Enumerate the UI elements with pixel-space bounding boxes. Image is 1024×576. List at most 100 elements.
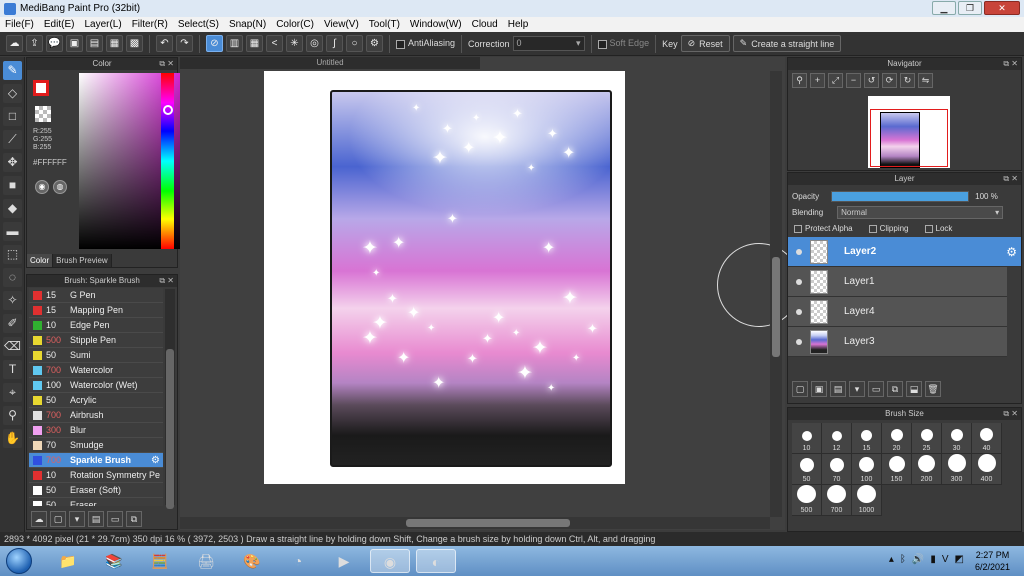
layer-settings-icon[interactable]: ⚙ (1006, 245, 1017, 259)
brush-item[interactable]: 70 Smudge (29, 438, 163, 453)
rotate-left-icon[interactable]: ↺ (864, 73, 879, 88)
brush-folder-icon[interactable]: ▭ (107, 511, 123, 527)
brush-size-option[interactable]: 12 (822, 423, 852, 454)
hue-slider[interactable] (161, 73, 174, 249)
comment-icon[interactable]: 💬 (46, 35, 63, 52)
brush-list-scrollbar[interactable] (165, 289, 175, 509)
scanner-icon[interactable]: 🖨 (186, 549, 226, 573)
restore-button[interactable]: ❐ (958, 1, 982, 15)
brush-item[interactable]: 10 Rotation Symmetry Pe (29, 468, 163, 483)
eraser-tool-icon[interactable]: ◇ (3, 84, 22, 103)
panel-controls-icon[interactable]: ⧉ ✕ (159, 58, 174, 70)
menu-snap[interactable]: Snap(N) (224, 19, 271, 30)
scrollbar-thumb[interactable] (772, 257, 780, 357)
brush-size-option[interactable]: 20 (882, 423, 912, 454)
winrar-icon[interactable]: 📚 (94, 549, 134, 573)
panel-controls-icon[interactable]: ⧉ ✕ (1003, 58, 1018, 70)
media-player-icon[interactable]: ▶ (324, 549, 364, 573)
snap-off-icon[interactable]: ⊘ (206, 35, 223, 52)
tray-arrow-icon[interactable]: ▴ (889, 554, 894, 565)
add-brush-icon[interactable]: ▢ (50, 511, 66, 527)
hue-cursor[interactable] (163, 105, 173, 115)
app-tray-icon[interactable]: ◩ (955, 554, 964, 565)
duplicate-layer-icon[interactable]: ⧉ (887, 381, 903, 397)
visibility-icon[interactable] (796, 248, 802, 255)
antialiasing-checkbox[interactable]: AntiAliasing (396, 38, 455, 49)
chrome-icon[interactable]: ◉ (370, 549, 410, 573)
lock-checkbox[interactable]: Lock (924, 224, 952, 233)
merge-layer-icon[interactable]: ⬓ (906, 381, 922, 397)
brush-item[interactable]: 50 Acrylic (29, 393, 163, 408)
export-icon[interactable]: ▦ (106, 35, 123, 52)
text-tool-icon[interactable]: T (3, 360, 22, 379)
parallel-snap-icon[interactable]: ▥ (226, 35, 243, 52)
panel-controls-icon[interactable]: ⧉ ✕ (1003, 173, 1018, 185)
new-halftone-layer-icon[interactable]: ▣ (811, 381, 827, 397)
volume-icon[interactable]: 🔊 (912, 554, 924, 565)
lasso-tool-icon[interactable]: ◌ (3, 268, 22, 287)
brush-item[interactable]: 15 Mapping Pen (29, 303, 163, 318)
ellipse-snap-icon[interactable]: ○ (346, 35, 363, 52)
menu-cloud[interactable]: Cloud (467, 19, 503, 30)
menu-layer[interactable]: Layer(L) (79, 19, 126, 30)
brush-menu-icon[interactable]: ▾ (69, 511, 85, 527)
lock-check-box[interactable] (924, 224, 933, 233)
app-green-icon[interactable]: ◔ (278, 549, 318, 573)
artwork[interactable]: ✦ ✦ ✦ ✦ ✦ ✦ ✦ ✦ ✦ ✦ ✦ ✦ ✦ ✦ ✦ ✦ ✦ ✦ ✦ ✦ ✦ ✦ ✦ ✦ ✦ ✦ ✦ ✦ ✦ ✦ ✦ ✦ (330, 90, 612, 467)
radial-snap-icon[interactable]: ✳ (286, 35, 303, 52)
brush-properties-icon[interactable]: ▤ (88, 511, 104, 527)
calculator-icon[interactable]: 🧮 (140, 549, 180, 573)
brush-size-option[interactable]: 500 (792, 485, 822, 516)
transparent-color-swatch[interactable] (35, 106, 51, 122)
antivirus-icon[interactable]: V (942, 554, 949, 565)
undo-icon[interactable]: ↶ (156, 35, 173, 52)
new-8bit-layer-icon[interactable]: ▤ (830, 381, 846, 397)
brush-item[interactable]: 700 Watercolor (29, 363, 163, 378)
zoom-icon[interactable]: ⚲ (792, 73, 807, 88)
panel-controls-icon[interactable]: ⧉ ✕ (1003, 408, 1018, 420)
select-pen-tool-icon[interactable]: ✐ (3, 314, 22, 333)
soft-edge-check-box[interactable] (597, 39, 607, 49)
shape-tool-icon[interactable]: □ (3, 107, 22, 126)
protect-alpha-checkbox[interactable]: Protect Alpha (794, 224, 853, 233)
visibility-icon[interactable] (796, 308, 802, 315)
brush-tool-icon[interactable]: ✎ (3, 61, 22, 80)
brush-item[interactable]: 100 Watercolor (Wet) (29, 378, 163, 393)
brush-size-option[interactable]: 100 (852, 454, 882, 485)
network-icon[interactable]: ▮ (930, 554, 936, 565)
canvas-area[interactable]: Untitled ✦ ✦ ✦ ✦ ✦ ✦ ✦ ✦ ✦ ✦ ✦ ✦ ✦ ✦ ✦ ✦ ✦ ✦ ✦ ✦ ✦ ✦ ✦ ✦ ✦ ✦ ✦ ✦ ✦ ✦ ✦… (180, 57, 801, 530)
flip-icon[interactable]: ⇋ (918, 73, 933, 88)
brush-size-option[interactable]: 1000 (852, 485, 882, 516)
brush-size-option[interactable]: 150 (882, 454, 912, 485)
medibang-taskbar-icon[interactable]: ◐ (416, 549, 456, 573)
menu-tool[interactable]: Tool(T) (364, 19, 405, 30)
brush-item[interactable]: 50 Eraser (Soft) (29, 483, 163, 498)
menu-view[interactable]: View(V) (319, 19, 364, 30)
menu-help[interactable]: Help (503, 19, 534, 30)
save-icon[interactable]: ▣ (66, 35, 83, 52)
move-tool-icon[interactable]: ✥ (3, 153, 22, 172)
brush-size-option[interactable]: 200 (912, 454, 942, 485)
straight-line-button[interactable]: ✎ Create a straight line (732, 35, 842, 52)
brush-item[interactable]: 50 Eraser (29, 498, 163, 506)
close-button[interactable]: ✕ (984, 1, 1020, 15)
rotate-right-icon[interactable]: ↻ (900, 73, 915, 88)
brush-item[interactable]: 700 Sparkle Brush ⚙ (29, 453, 163, 468)
document-icon[interactable]: ▤ (86, 35, 103, 52)
foreground-color-swatch[interactable] (33, 80, 49, 96)
menu-window[interactable]: Window(W) (405, 19, 467, 30)
brush-size-option[interactable]: 30 (942, 423, 972, 454)
brush-item[interactable]: 500 Stipple Pen (29, 333, 163, 348)
add-layer-menu-icon[interactable]: ▾ (849, 381, 865, 397)
zoom-out-icon[interactable]: − (846, 73, 861, 88)
clipping-check-box[interactable] (868, 224, 877, 233)
fill-rect-tool-icon[interactable]: ■ (3, 176, 22, 195)
taskbar-clock[interactable]: 2:27 PM 6/2/2021 (975, 549, 1010, 573)
color-settings-icon[interactable]: ◍ (53, 180, 67, 194)
redo-icon[interactable]: ↷ (176, 35, 193, 52)
layer-item[interactable]: Layer4 (788, 297, 1007, 327)
brush-size-option[interactable]: 25 (912, 423, 942, 454)
brush-size-option[interactable]: 700 (822, 485, 852, 516)
opacity-slider[interactable] (831, 190, 970, 202)
brush-settings-icon[interactable]: ⚙ (151, 455, 160, 466)
